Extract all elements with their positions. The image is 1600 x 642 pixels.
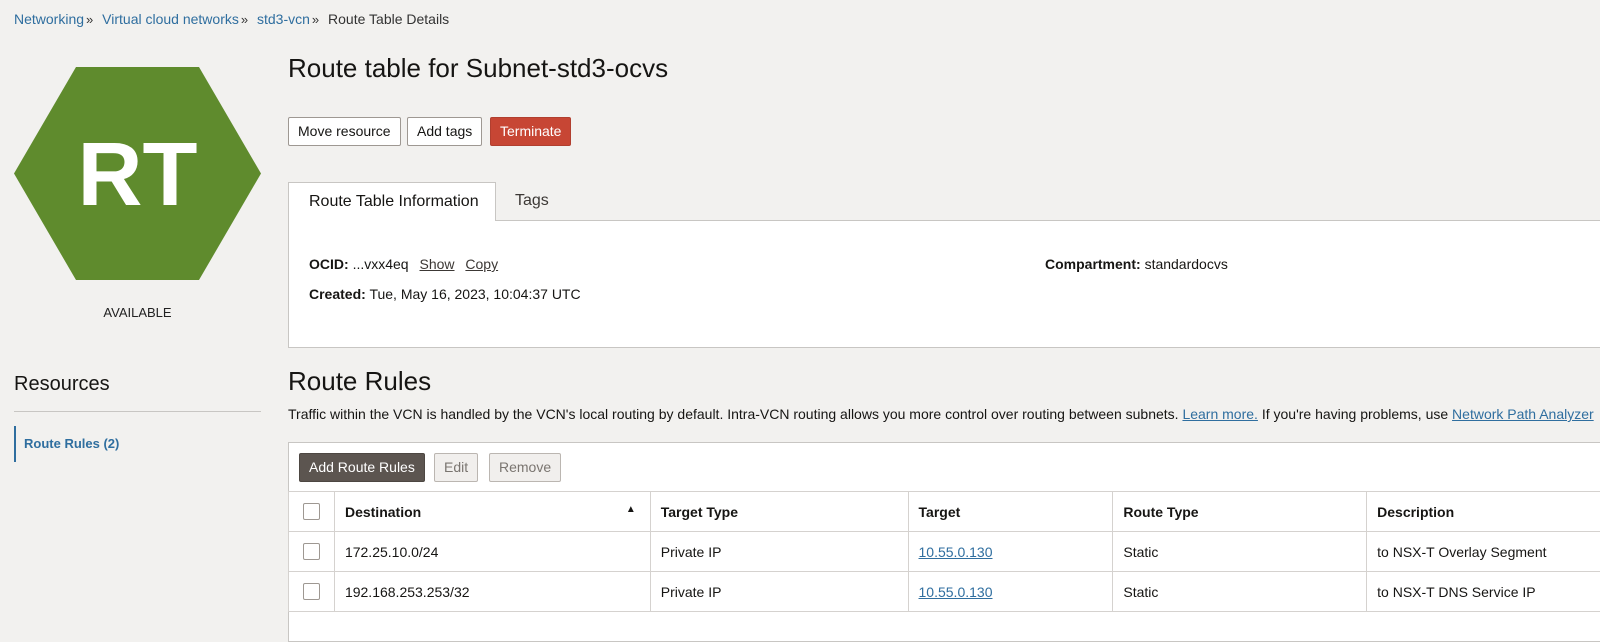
row-checkbox[interactable] — [303, 543, 320, 560]
column-header-label: Destination — [345, 504, 421, 520]
breadcrumb-separator: » — [86, 12, 93, 27]
breadcrumb-networking[interactable]: Networking — [14, 11, 84, 27]
column-header-target-type: Target Type — [650, 492, 908, 532]
ocid-label: OCID: — [309, 256, 349, 272]
row-checkbox[interactable] — [303, 583, 320, 600]
route-rules-heading: Route Rules — [288, 366, 431, 397]
created-row: Created: Tue, May 16, 2023, 10:04:37 UTC — [309, 286, 581, 302]
route-rules-description: Traffic within the VCN is handled by the… — [288, 406, 1594, 422]
table-row: 192.168.253.253/32 Private IP 10.55.0.13… — [289, 572, 1600, 612]
cell-target: 10.55.0.130 — [908, 532, 1113, 572]
breadcrumb-separator: » — [312, 12, 319, 27]
row-select-cell — [289, 572, 335, 612]
route-table-hexagon-icon: RT — [14, 67, 261, 280]
created-label: Created: — [309, 286, 366, 302]
breadcrumb-separator: » — [241, 12, 248, 27]
cell-route-type: Static — [1113, 572, 1367, 612]
column-header-target: Target — [908, 492, 1113, 532]
learn-more-link[interactable]: Learn more. — [1182, 406, 1257, 422]
column-header-route-type: Route Type — [1113, 492, 1367, 532]
table-row: 172.25.10.0/24 Private IP 10.55.0.130 St… — [289, 532, 1600, 572]
created-value: Tue, May 16, 2023, 10:04:37 UTC — [369, 286, 580, 302]
route-rules-desc-text: Traffic within the VCN is handled by the… — [288, 406, 1179, 422]
remove-button[interactable]: Remove — [489, 453, 561, 482]
add-tags-button[interactable]: Add tags — [407, 117, 482, 146]
breadcrumb-vcns[interactable]: Virtual cloud networks — [102, 11, 239, 27]
cell-destination: 192.168.253.253/32 — [334, 572, 650, 612]
compartment-row: Compartment: standardocvs — [1045, 256, 1228, 272]
resources-divider — [14, 411, 261, 412]
compartment-label: Compartment: — [1045, 256, 1141, 272]
ocid-value: ...vxx4eq — [353, 256, 409, 272]
terminate-button[interactable]: Terminate — [490, 117, 571, 146]
table-header-row: Destination ▲ Target Type Target Route Ty… — [289, 492, 1600, 532]
target-link[interactable]: 10.55.0.130 — [919, 584, 993, 600]
row-select-cell — [289, 532, 335, 572]
breadcrumb-current: Route Table Details — [328, 11, 449, 27]
edit-button[interactable]: Edit — [434, 453, 478, 482]
resource-icon-text: RT — [78, 125, 198, 225]
select-all-cell — [289, 492, 335, 532]
network-path-analyzer-link[interactable]: Network Path Analyzer — [1452, 406, 1594, 422]
route-rules-desc-text2: If you're having problems, use — [1262, 406, 1448, 422]
resources-heading: Resources — [14, 373, 110, 396]
target-link[interactable]: 10.55.0.130 — [919, 544, 993, 560]
column-header-description: Description — [1367, 492, 1600, 532]
cell-route-type: Static — [1113, 532, 1367, 572]
compartment-value: standardocvs — [1145, 256, 1228, 272]
add-route-rules-button[interactable]: Add Route Rules — [299, 453, 425, 482]
sort-ascending-icon[interactable]: ▲ — [626, 504, 636, 515]
move-resource-button[interactable]: Move resource — [288, 117, 401, 146]
cell-target-type: Private IP — [650, 532, 908, 572]
cell-target: 10.55.0.130 — [908, 572, 1113, 612]
cell-target-type: Private IP — [650, 572, 908, 612]
ocid-show-link[interactable]: Show — [419, 256, 454, 272]
route-table-info-panel: OCID: ...vxx4eq Show Copy Created: Tue, … — [288, 220, 1600, 348]
breadcrumb: Networking» Virtual cloud networks» std3… — [14, 11, 449, 27]
column-header-destination[interactable]: Destination ▲ — [334, 492, 650, 532]
status-label: AVAILABLE — [14, 305, 261, 320]
cell-description: to NSX-T Overlay Segment — [1367, 532, 1600, 572]
ocid-copy-link[interactable]: Copy — [465, 256, 498, 272]
cell-description: to NSX-T DNS Service IP — [1367, 572, 1600, 612]
cell-destination: 172.25.10.0/24 — [334, 532, 650, 572]
route-rules-table: Destination ▲ Target Type Target Route Ty… — [288, 491, 1600, 612]
breadcrumb-vcn[interactable]: std3-vcn — [257, 11, 310, 27]
tab-route-table-information[interactable]: Route Table Information — [288, 182, 496, 221]
page-title: Route table for Subnet-std3-ocvs — [288, 53, 668, 84]
resources-item-route-rules[interactable]: Route Rules (2) — [14, 426, 119, 462]
select-all-checkbox[interactable] — [303, 503, 320, 520]
tab-tags[interactable]: Tags — [515, 182, 549, 221]
ocid-row: OCID: ...vxx4eq Show Copy — [309, 256, 498, 272]
